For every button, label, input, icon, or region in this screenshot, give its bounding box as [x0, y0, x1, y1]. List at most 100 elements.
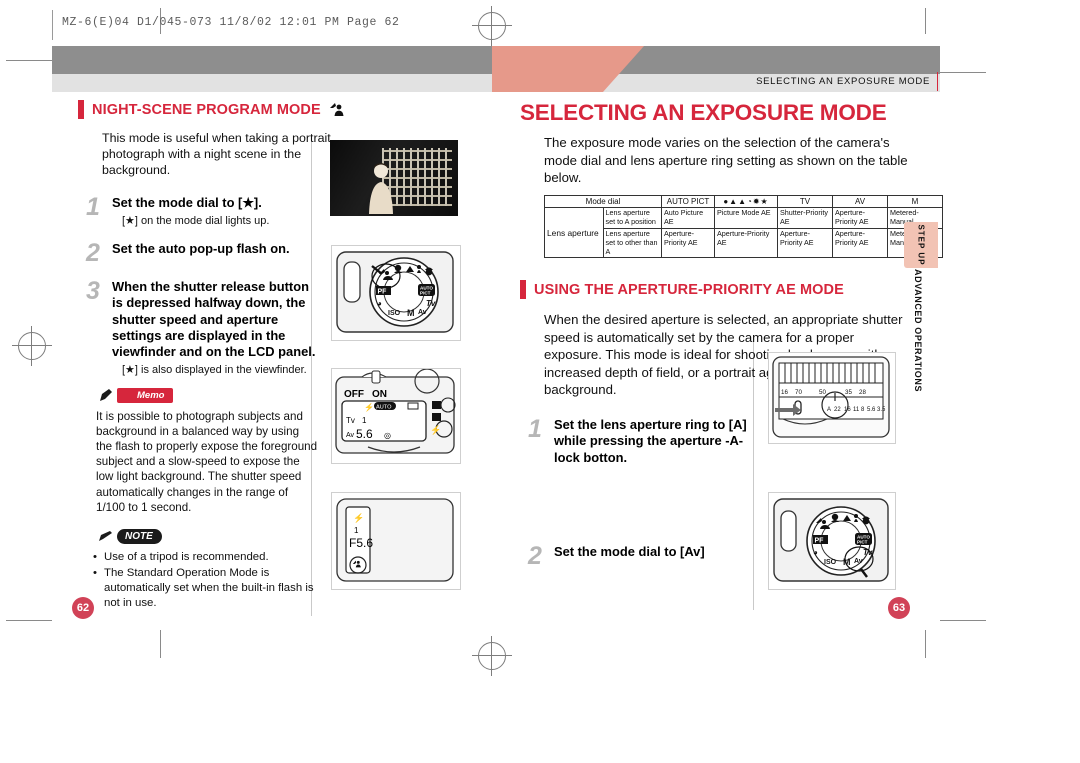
step-title: Set the auto pop-up flash on. [112, 241, 290, 257]
right-step-1: 1 Set the lens aperture ring to [A] whil… [528, 417, 758, 466]
table-row: Lens aperture Lens aperture set to A pos… [544, 207, 943, 259]
heading-accent-bar [520, 280, 526, 300]
step-up-tab: STEP UP [904, 222, 938, 268]
svg-text:50: 50 [819, 389, 826, 396]
table-corner-label: Mode dial [544, 194, 662, 209]
svg-text:⚡: ⚡ [353, 512, 364, 524]
chapter-label-vertical: ADVANCED OPERATIONS [902, 269, 923, 456]
right-section-heading: USING THE APERTURE-PRIORITY AE MODE [520, 280, 920, 300]
svg-text:1: 1 [354, 526, 359, 535]
svg-text:ISO: ISO [824, 559, 837, 566]
lcd-panel-illustration: OFF ON Tv Av 5.6 ⚡ AUTO 1 ◎ ⚡ [331, 368, 461, 464]
crop-mark-right-h2 [940, 620, 986, 621]
portrait-subject-figure [369, 163, 393, 214]
svg-text:Tv: Tv [426, 299, 436, 308]
step-number: 3 [86, 277, 100, 306]
col-auto-pict: AUTO PICT [661, 194, 715, 209]
cell: Aperture-Priority AE [777, 227, 833, 259]
running-title: SELECTING AN EXPOSURE MODE [756, 76, 930, 87]
viewfinder-illustration: ⚡ 1 F5.6 [331, 492, 461, 590]
col-av: AV [832, 194, 888, 209]
table-header-row: Mode dial AUTO PICT ●▲▲◔✹★ TV AV M [544, 194, 943, 209]
crop-mark-tr-v [925, 8, 926, 34]
svg-text:28: 28 [859, 389, 866, 396]
step-subtext: [★] is also displayed in the viewfinder. [122, 364, 307, 377]
night-scene-sample-photo [330, 140, 458, 216]
row-label-other-than-a: Lens aperture set to other than A [602, 227, 662, 259]
memo-pencil-icon [100, 388, 112, 401]
svg-text:1: 1 [362, 416, 367, 425]
svg-text:ISO: ISO [388, 310, 401, 317]
left-step-2: 2 Set the auto pop-up flash on. [86, 241, 326, 266]
crop-mark-br-v [925, 630, 926, 658]
right-step-2: 2 Set the mode dial to [Av] [528, 543, 758, 569]
file-info-rule [52, 10, 53, 40]
svg-text:A: A [827, 407, 831, 413]
cell: Aperture-Priority AE [832, 227, 888, 259]
mode-dial-av-illustration: PF AUTO PICT Tv Av M ISO ◕ [768, 492, 896, 590]
svg-text:PICT: PICT [857, 540, 868, 545]
left-step-3: 3 When the shutter release button is dep… [86, 279, 326, 378]
crop-mark-left-h [6, 60, 52, 61]
col-picture-mode-icons: ●▲▲◔✹★ [714, 194, 778, 209]
svg-text:⚡: ⚡ [364, 402, 374, 412]
svg-text:35: 35 [845, 389, 852, 396]
right-intro-text: The exposure mode varies on the selectio… [544, 135, 908, 186]
page-title: SELECTING AN EXPOSURE MODE [520, 100, 887, 125]
col-tv: TV [777, 194, 833, 209]
page-number-left: 62 [72, 597, 94, 619]
header-banner-tick [936, 72, 938, 91]
step-number: 1 [528, 415, 542, 444]
heading-accent-bar [78, 100, 84, 119]
svg-text:◕: ◕ [377, 299, 382, 308]
svg-text:M: M [407, 308, 415, 318]
table-row: Lens aperture set to other than A Apertu… [545, 227, 943, 259]
svg-text:Tv: Tv [346, 416, 355, 425]
svg-text:Av: Av [346, 432, 355, 439]
file-info-line: MZ-6(E)04 D1/045-073 11/8/02 12:01 PM Pa… [62, 16, 400, 29]
svg-text:3.5: 3.5 [877, 407, 886, 413]
svg-text:ON: ON [372, 389, 387, 400]
registration-mark-bottom [472, 636, 512, 676]
step-up-label: STEP UP [916, 224, 926, 266]
registration-mark-left [12, 326, 52, 366]
memo-text: It is possible to photograph subjects an… [96, 409, 318, 514]
step-number: 1 [86, 192, 100, 221]
svg-text:PF: PF [815, 538, 825, 545]
svg-text:⚡: ⚡ [430, 424, 441, 436]
svg-text:11: 11 [853, 407, 860, 413]
left-section-heading: NIGHT-SCENE PROGRAM MODE [78, 100, 478, 119]
step-title: When the shutter release button is depre… [112, 279, 316, 360]
row-label-a-position: Lens aperture set to A position [602, 207, 662, 229]
step-title: Set the mode dial to [★]. [112, 194, 262, 210]
svg-text:◕: ◕ [813, 548, 818, 557]
aperture-priority-heading-text: USING THE APERTURE-PRIORITY AE MODE [534, 281, 844, 298]
crop-mark-bl-v [160, 630, 161, 658]
svg-text:70: 70 [795, 389, 802, 396]
night-scene-heading-text: NIGHT-SCENE PROGRAM MODE [92, 101, 321, 118]
svg-text:22: 22 [834, 407, 841, 413]
step-title: Set the lens aperture ring to [A] while … [554, 417, 747, 465]
manual-page: MZ-6(E)04 D1/045-073 11/8/02 12:01 PM Pa… [0, 0, 1080, 763]
memo-label: Memo [117, 387, 174, 403]
cell: Aperture-Priority AE [714, 227, 778, 259]
cell: Aperture-Priority AE [832, 207, 888, 229]
crop-mark-left-h2 [6, 620, 52, 621]
svg-text:5.6: 5.6 [867, 407, 876, 413]
list-item: Use of a tripod is recommended. [93, 550, 328, 565]
note-pen-icon [99, 531, 112, 542]
svg-text:OFF: OFF [344, 389, 364, 400]
step-number: 2 [86, 239, 100, 268]
left-step-1: 1 Set the mode dial to [★]. [★] on the m… [86, 192, 326, 229]
cell: Picture Mode AE [714, 207, 778, 229]
crop-mark-right-h [940, 72, 986, 73]
svg-text:16: 16 [781, 389, 788, 396]
note-label: NOTE [117, 529, 162, 545]
svg-text:F5.6: F5.6 [349, 536, 373, 550]
svg-text:5.6: 5.6 [356, 427, 373, 441]
svg-text:Av: Av [418, 309, 427, 316]
svg-text:PF: PF [378, 289, 388, 296]
step-title: Set the mode dial to [Av] [554, 543, 705, 559]
row-group-label: Lens aperture [544, 207, 604, 259]
exposure-mode-table: Mode dial AUTO PICT ●▲▲◔✹★ TV AV M Lens … [544, 194, 943, 259]
